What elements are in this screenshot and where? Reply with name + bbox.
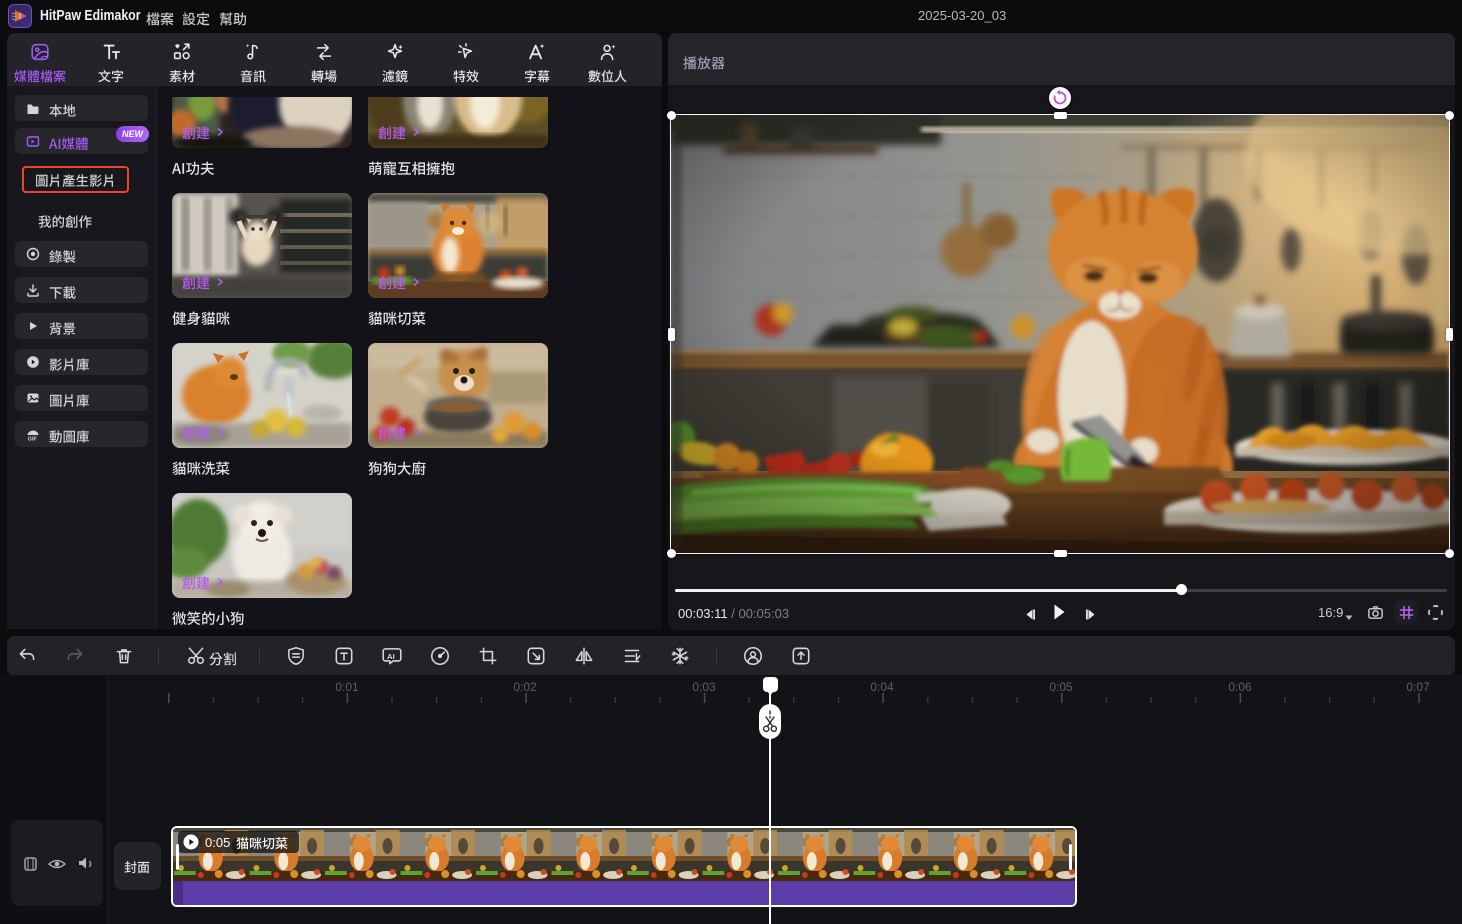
svg-text:GIF: GIF <box>28 437 38 442</box>
svg-text:AI: AI <box>387 652 395 661</box>
